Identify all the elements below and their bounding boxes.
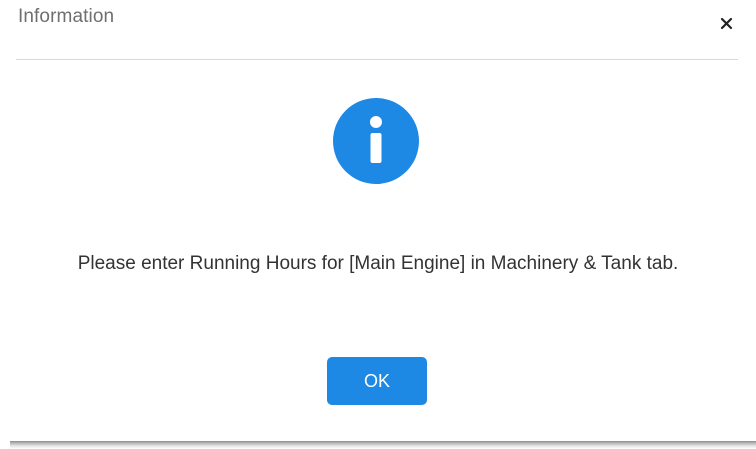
message-text: Please enter Running Hours for [Main Eng…	[77, 253, 679, 274]
dialog-message: Please enter Running Hours for [Main Eng…	[0, 248, 756, 280]
dialog-title: Information	[18, 6, 115, 27]
dialog-bottom-edge	[10, 441, 756, 449]
dialog-header: Information	[0, 0, 756, 60]
close-button[interactable]	[714, 10, 740, 36]
info-icon	[333, 98, 419, 184]
information-dialog: Information Please enter Running Hours f…	[0, 0, 756, 449]
header-divider	[16, 59, 738, 60]
close-icon	[720, 17, 733, 30]
ok-button[interactable]: OK	[327, 357, 427, 405]
